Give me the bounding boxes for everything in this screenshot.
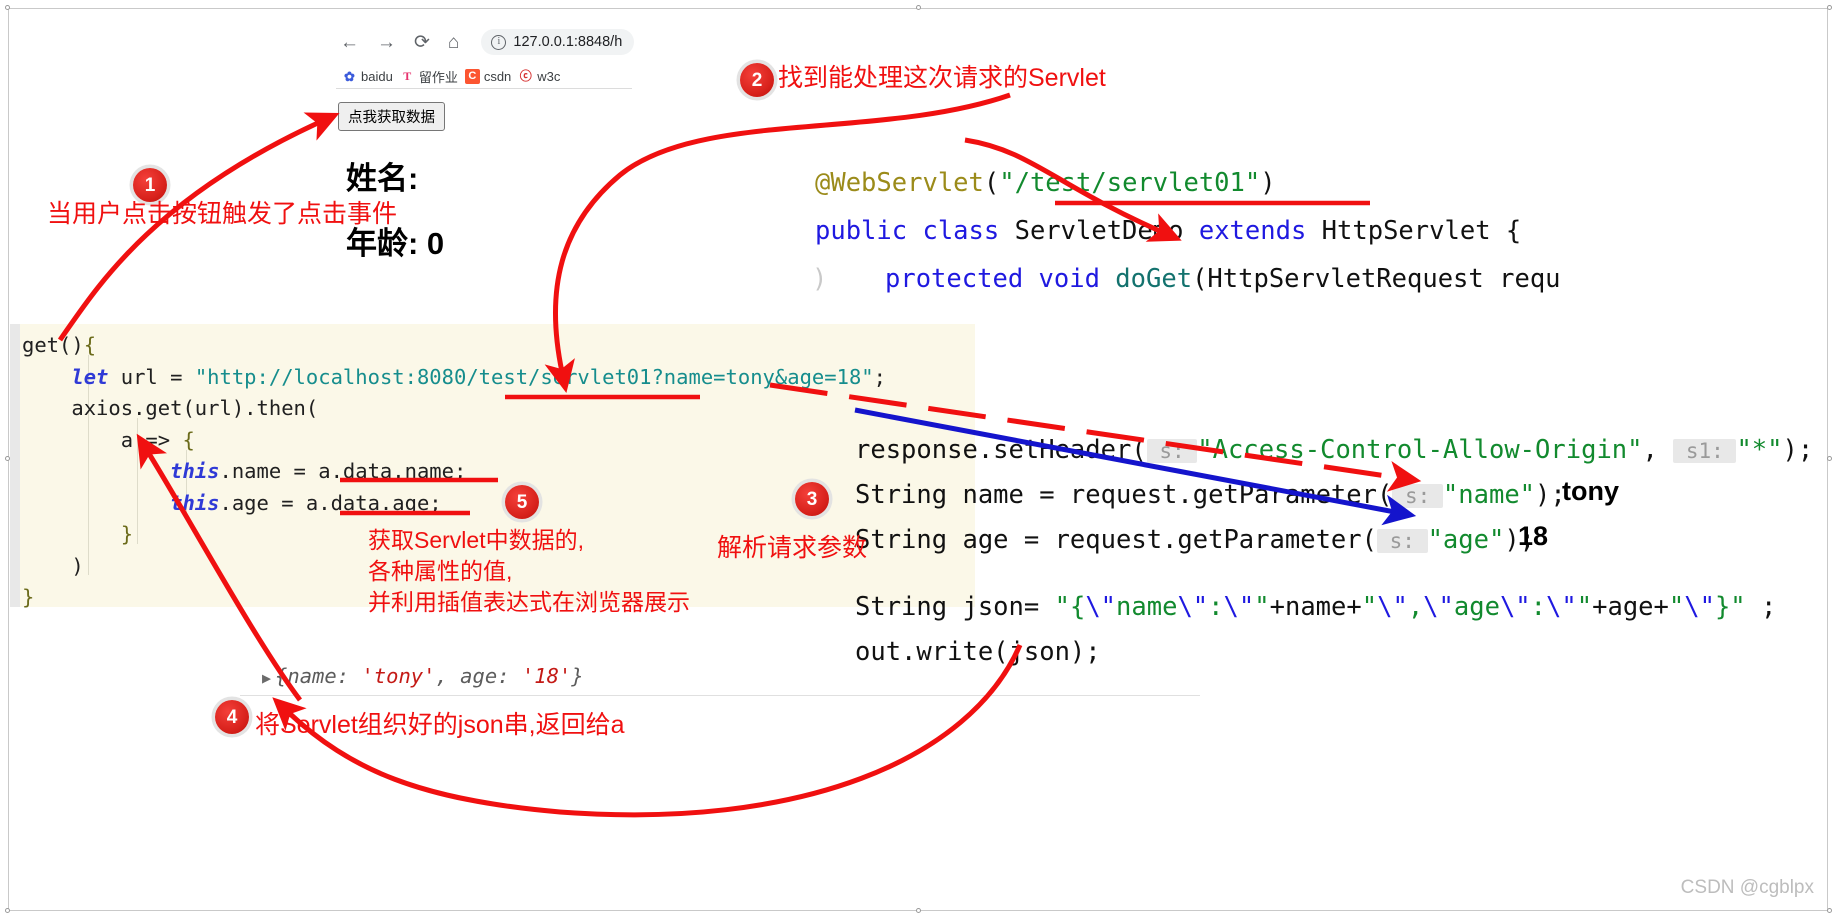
- bookmark-tmall[interactable]: T 留作业: [400, 67, 458, 86]
- annotation-text-1: 当用户点击按钮触发了点击事件: [47, 200, 398, 228]
- address-bar[interactable]: i 127.0.0.1:8848/h: [481, 29, 635, 55]
- resize-handle-bottom-right[interactable]: [1827, 908, 1832, 913]
- bookmark-baidu[interactable]: ✿ baidu: [342, 69, 393, 84]
- java-line-class-decl[interactable]: public class ServletDemo extends HttpSer…: [815, 216, 1521, 246]
- console-text-prefix: {name:: [275, 664, 362, 688]
- bookmarks-divider: [336, 88, 632, 89]
- annotation-text-5: 获取Servlet中数据的, 各种属性的值, 并利用插值表达式在浏览器展示: [368, 527, 690, 615]
- console-age-value: '18': [521, 664, 572, 688]
- tmall-icon: T: [403, 69, 412, 83]
- address-bar-url: 127.0.0.1:8848/h: [513, 34, 623, 50]
- bookmark-baidu-label: baidu: [361, 68, 393, 84]
- annotation-badge-4: 4: [215, 700, 249, 734]
- resize-handle-middle-right[interactable]: [1827, 456, 1832, 461]
- csdn-icon: C: [464, 68, 480, 84]
- name-field-display: 姓名:: [346, 161, 419, 196]
- annotated-value-age: 18: [1518, 521, 1549, 551]
- browser-nav-row: ← → ⟳ ⌂ i 127.0.0.1:8848/h: [330, 22, 635, 62]
- annotation-text-3: 解析请求参数: [717, 534, 868, 562]
- annotation-text-4: 将Servlet组织好的json串,返回给a: [255, 711, 625, 739]
- w3c-icon: ⓒ: [519, 69, 532, 83]
- annotation-text-2: 找到能处理这次请求的Servlet: [778, 64, 1106, 92]
- screenshot-root: ← → ⟳ ⌂ i 127.0.0.1:8848/h ✿ baidu T 留作业…: [0, 0, 1838, 921]
- console-text-middle: , age:: [435, 664, 522, 688]
- java-line-doget[interactable]: protected void doGet(HttpServletRequest …: [885, 264, 1561, 294]
- resize-handle-bottom-center[interactable]: [916, 908, 921, 913]
- triangle-right-icon[interactable]: ▶: [262, 669, 271, 687]
- annotation-badge-1: 1: [133, 168, 167, 202]
- java-code-fold-marker: ): [812, 264, 828, 294]
- java-line-get-age[interactable]: String age = request.getParameter( s: "a…: [855, 525, 1535, 555]
- resize-handle-top-center[interactable]: [916, 5, 921, 10]
- bookmark-w3c-label: w3c: [537, 68, 561, 84]
- console-name-value: 'tony': [361, 664, 436, 688]
- arrow-left-icon[interactable]: ←: [340, 33, 359, 52]
- baidu-icon: ✿: [344, 68, 355, 84]
- bookmark-w3c[interactable]: ⓒ w3c: [518, 68, 561, 84]
- watermark: CSDN @cgblpx: [1680, 877, 1814, 898]
- browser-chrome: ← → ⟳ ⌂ i 127.0.0.1:8848/h ✿ baidu T 留作业…: [330, 22, 635, 90]
- annotated-value-name: tony: [1562, 476, 1619, 506]
- arrow-right-icon[interactable]: →: [377, 33, 396, 52]
- bookmarks-bar: ✿ baidu T 留作业 C csdn ⓒ w3c: [330, 62, 630, 90]
- resize-handle-bottom-left[interactable]: [5, 908, 10, 913]
- java-line-json[interactable]: String json= "{\"name\":\""+name+"\",\"a…: [855, 592, 1776, 622]
- arrow-1-to-button: [57, 112, 340, 342]
- reload-icon[interactable]: ⟳: [414, 33, 430, 52]
- resize-handle-top-right[interactable]: [1827, 5, 1832, 10]
- bookmark-tmall-label: 留作业: [418, 69, 458, 85]
- bookmark-csdn-label: csdn: [483, 68, 512, 84]
- bookmark-csdn[interactable]: C csdn: [464, 68, 512, 84]
- annotation-badge-3: 3: [795, 482, 829, 516]
- console-output-line[interactable]: ▶ {name: 'tony', age: '18'}: [262, 664, 584, 688]
- js-code-gutter: [10, 324, 20, 607]
- java-line-write[interactable]: out.write(json);: [855, 637, 1101, 667]
- annotation-badge-5: 5: [505, 485, 539, 519]
- java-line-setheader[interactable]: response.setHeader( s: "Access-Control-A…: [855, 435, 1813, 465]
- home-icon[interactable]: ⌂: [448, 33, 459, 52]
- resize-handle-top-left[interactable]: [5, 5, 10, 10]
- console-text-suffix: }: [571, 664, 584, 688]
- browser-viewport: 点我获取数据 姓名: 年龄: 0: [336, 92, 636, 263]
- java-line-webservlet[interactable]: @WebServlet("/test/servlet01"): [815, 168, 1276, 198]
- console-divider: [240, 695, 1200, 696]
- info-circle-icon[interactable]: i: [491, 34, 507, 50]
- fetch-data-button[interactable]: 点我获取数据: [338, 102, 445, 131]
- java-line-get-name[interactable]: String name = request.getParameter( s: "…: [855, 480, 1566, 510]
- annotation-badge-2: 2: [740, 63, 774, 97]
